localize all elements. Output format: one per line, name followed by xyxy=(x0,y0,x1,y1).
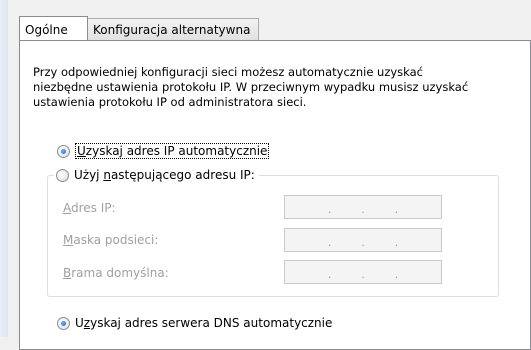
subnet-mask-input[interactable]: ... xyxy=(284,228,442,252)
window-edge xyxy=(0,0,8,337)
default-gateway-input[interactable]: ... xyxy=(284,260,442,284)
ip-address-input[interactable]: ... xyxy=(284,195,442,219)
ip-manual-radio[interactable] xyxy=(56,168,69,182)
ip-address-label: Adres IP: xyxy=(63,201,116,215)
ip-manual-option[interactable]: Użyj następującego adresu IP: xyxy=(54,168,259,182)
description-text: Przy odpowiedniej konfiguracji sieci moż… xyxy=(33,65,469,109)
dns-auto-radio[interactable] xyxy=(57,316,70,330)
ip-auto-radio[interactable] xyxy=(57,144,70,158)
ip-auto-label: Uzyskaj adres IP automatycznie xyxy=(75,143,270,159)
subnet-mask-label: Maska podsieci: xyxy=(63,233,159,247)
tab-alternate-configuration[interactable]: Konfiguracja alternatywna xyxy=(87,18,259,40)
ip-auto-option[interactable]: Uzyskaj adres IP automatycznie xyxy=(57,143,270,159)
dns-auto-option[interactable]: Uzyskaj adres serwera DNS automatycznie xyxy=(57,316,332,330)
ip-manual-label: Użyj następującego adresu IP: xyxy=(74,168,255,182)
default-gateway-label: Brama domyślna: xyxy=(63,266,169,280)
tab-general[interactable]: Ogólne xyxy=(19,16,88,40)
dns-auto-label: Uzyskaj adres serwera DNS automatycznie xyxy=(75,316,333,330)
